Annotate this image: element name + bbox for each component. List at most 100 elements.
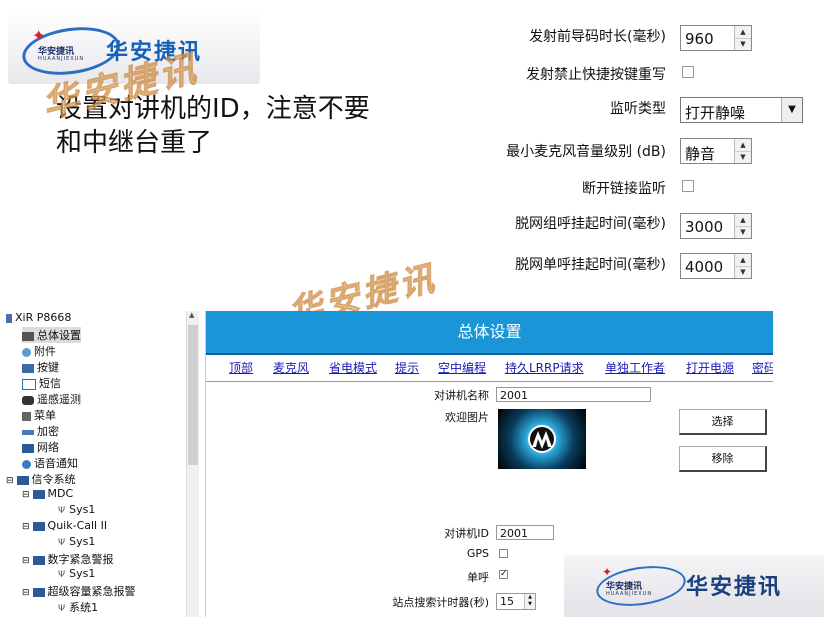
star-icon: ✦ [32,26,46,45]
radio-id-input[interactable]: 2001 [496,525,554,540]
open-monitor-label: 断开链接监听 [582,181,666,197]
select-image-button[interactable]: 选择 [679,409,767,435]
tree-item-mdc[interactable]: ⊟ MDC [22,487,73,500]
monitor-type-select[interactable]: 打开静噪 ▼ [680,97,803,123]
logo-brand-pinyin: HUAANJIEXUN [606,591,653,597]
single-call-label: 单呼 [467,571,489,584]
panel-title: 总体设置 [206,311,773,353]
gps-label: GPS [466,547,489,560]
tree-item-menu[interactable]: 菜单 [22,407,56,423]
tree-item-digital-emergency[interactable]: ⊟ 数字紧急警报 [22,551,114,567]
motorola-logo-icon [528,425,556,453]
radio-id-label: 对讲机ID [444,527,489,540]
tree-item-capacity-emergency[interactable]: ⊟ 超级容量紧急报警 [22,583,136,599]
tree-item-system1[interactable]: Ψ 系统1 [58,599,98,615]
single-call-checkbox[interactable]: ✓ [499,570,508,579]
folder-icon [32,587,45,597]
tree-item-privacy[interactable]: 加密 [22,423,59,439]
nav-link-alerts[interactable]: 提示 [395,359,419,376]
envelope-icon [22,378,36,390]
site-search-value: 15 [500,595,514,608]
gps-checkbox[interactable] [499,549,508,558]
antenna-icon: Ψ [58,604,66,614]
min-volume-spinner[interactable]: 静音 ▲ ▼ [680,138,752,164]
antenna-icon: Ψ [58,538,66,548]
accessory-icon [22,347,31,357]
monitor-type-label: 监听类型 [610,101,666,117]
scroll-thumb[interactable] [188,325,198,465]
scroll-up-icon[interactable]: ▲ [189,311,194,319]
section-nav: 顶部 麦克风 省电模式 提示 空中编程 持久LRRP请求 单独工作者 打开电源 … [206,359,773,377]
nav-link-top[interactable]: 顶部 [229,359,253,376]
tree-item-general[interactable]: 总体设置 [22,327,81,343]
tree-root[interactable]: XiR P8668 [6,311,71,324]
tx-inhibit-label: 发射禁止快捷按键重写 [526,67,666,83]
radio-icon [6,313,12,323]
nav-link-power-save[interactable]: 省电模式 [329,359,377,376]
monitor-type-value: 打开静噪 [685,104,746,122]
spin-arrows-icon[interactable]: ▲ ▼ [524,594,535,609]
spin-down-icon[interactable]: ▼ [735,38,751,50]
tree-item-telemetry[interactable]: 遥感遥测 [22,391,81,407]
min-volume-value: 静音 [685,145,716,163]
folder-icon [32,555,45,565]
tree-item-signaling[interactable]: ⊟ 信令系统 [6,471,76,487]
chevron-down-icon[interactable]: ▼ [781,98,802,122]
collapse-icon[interactable]: ⊟ [22,556,30,566]
nav-link-microphone[interactable]: 麦克风 [273,359,309,376]
nav-link-password[interactable]: 密码 [752,359,773,376]
welcome-image-label: 欢迎图片 [445,411,489,424]
preamble-label: 发射前导码时长(毫秒) [529,29,666,45]
nav-divider [206,381,773,382]
tree-item-quikcall[interactable]: ⊟ Quik-Call II [22,519,107,532]
menu-icon [22,411,31,421]
nav-link-ota[interactable]: 空中编程 [438,359,486,376]
tx-inhibit-checkbox[interactable] [682,66,694,78]
telemetry-icon [22,395,34,405]
collapse-icon[interactable]: ⊟ [22,522,30,532]
header-divider [206,353,773,355]
tree-item-sys1[interactable]: Ψ Sys1 [58,503,95,516]
preamble-spinner[interactable]: 960 ▲ ▼ [680,25,752,51]
radio-name-label: 对讲机名称 [434,389,489,402]
brand-logo-bottom: ✦ 华安捷讯 HUAANJIEXUN 华安捷讯 [564,555,824,617]
welcome-image-preview [498,409,586,469]
collapse-icon[interactable]: ⊟ [22,490,30,500]
tree-item-text-messages[interactable]: 短信 [22,375,61,391]
antenna-icon: Ψ [58,570,66,580]
nav-link-lrrp[interactable]: 持久LRRP请求 [505,359,584,376]
private-hang-label: 脱网单呼挂起时间(毫秒) [515,257,666,273]
open-monitor-checkbox[interactable] [682,180,694,192]
folder-icon [32,521,45,531]
buttons-icon [22,363,34,373]
group-hang-label: 脱网组呼挂起时间(毫秒) [515,216,666,232]
nav-link-power-up[interactable]: 打开电源 [686,359,734,376]
private-hang-spinner[interactable]: 4000 ▲ ▼ [680,253,752,279]
group-hang-spinner[interactable]: 3000 ▲ ▼ [680,213,752,239]
radio-name-input[interactable]: 2001 [496,387,651,402]
tree-scrollbar[interactable]: ▲ [186,311,199,617]
antenna-icon: Ψ [58,506,66,516]
network-icon [22,443,34,453]
tree-item-voice-announce[interactable]: 语音通知 [22,455,78,471]
folder-icon [32,489,45,499]
speaker-icon [22,459,31,469]
site-search-spinner[interactable]: 15 ▲ ▼ [496,593,536,610]
preamble-value: 960 [685,30,714,48]
headline-line2: 和中继台重了 [56,128,213,158]
group-hang-value: 3000 [685,218,724,236]
settings-icon [22,331,34,341]
spin-down-icon[interactable]: ▼ [735,266,751,278]
collapse-icon[interactable]: ⊟ [22,588,30,598]
remove-image-button[interactable]: 移除 [679,446,767,472]
collapse-icon[interactable]: ⊟ [6,476,14,486]
tree-item-sys1[interactable]: Ψ Sys1 [58,535,95,548]
tree-item-network[interactable]: 网络 [22,439,59,455]
tree-item-sys1[interactable]: Ψ Sys1 [58,567,95,580]
tree-item-buttons[interactable]: 按键 [22,359,59,375]
nav-link-lone-worker[interactable]: 单独工作者 [605,359,665,376]
private-hang-value: 4000 [685,258,724,276]
spin-down-icon[interactable]: ▼ [735,151,751,163]
spin-down-icon[interactable]: ▼ [735,226,751,238]
tree-item-accessories[interactable]: 附件 [22,343,56,359]
